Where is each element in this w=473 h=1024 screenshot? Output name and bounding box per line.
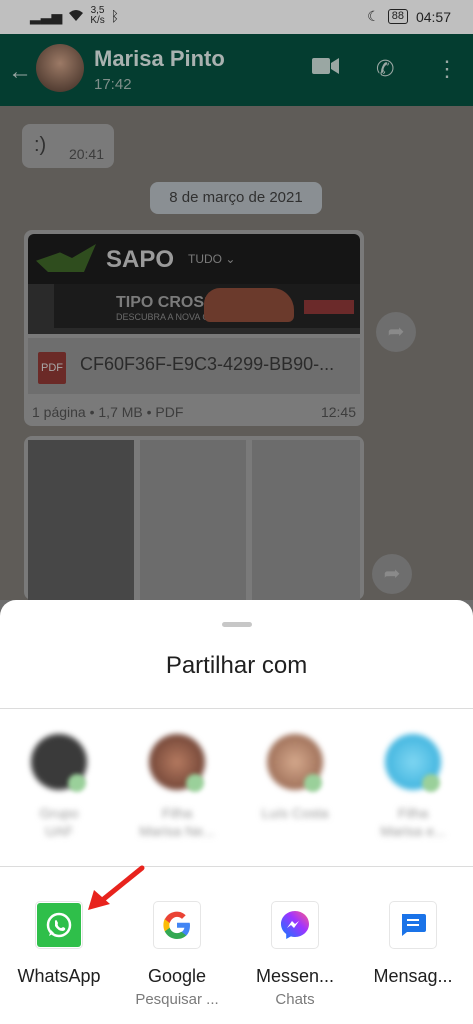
image-message[interactable] bbox=[24, 436, 364, 600]
ad-banner: TIPO CROSS DESCUBRA A NOVA GAMA bbox=[54, 284, 360, 328]
chat-area: :) 20:41 8 de março de 2021 SAPO TUDO ⌄ … bbox=[0, 106, 473, 600]
messages-icon bbox=[390, 902, 436, 948]
ad-button bbox=[304, 300, 354, 314]
document-preview-header: SAPO TUDO ⌄ bbox=[28, 234, 360, 284]
contact-name-line1: Luís Costa bbox=[261, 805, 329, 821]
whatsapp-badge-icon bbox=[304, 774, 322, 792]
contact-name: Grupo UAF bbox=[4, 804, 114, 840]
share-sheet-title: Partilhar com bbox=[165, 652, 308, 679]
contact-name-line2: UAF bbox=[45, 823, 73, 839]
status-bar: ▂▃▅ 3,5 K/s ᛒ ☾ 88 04:57 bbox=[0, 0, 473, 34]
contact-name-line1: Grupo bbox=[39, 805, 79, 821]
share-contact[interactable]: Filha Marisa Ne... bbox=[122, 734, 232, 840]
network-speed-unit: K/s bbox=[90, 15, 105, 26]
app-sublabel: Chats bbox=[275, 991, 315, 1008]
screenshot-thumbnail[interactable] bbox=[140, 440, 246, 600]
car-image bbox=[204, 288, 294, 322]
do-not-disturb-icon: ☾ bbox=[367, 8, 380, 24]
divider bbox=[0, 708, 473, 709]
voice-call-icon[interactable]: ✆ bbox=[376, 56, 394, 82]
sapo-logo-icon bbox=[36, 244, 96, 272]
document-meta: 1 página • 1,7 MB • PDF bbox=[32, 404, 184, 420]
share-app-whatsapp[interactable]: WhatsApp bbox=[0, 902, 118, 991]
document-time: 12:45 bbox=[320, 404, 356, 420]
document-name: CF60F36F-E9C3-4299-BB90-... bbox=[80, 354, 335, 374]
bluetooth-icon: ᛒ bbox=[110, 8, 120, 24]
clock: 04:57 bbox=[415, 8, 451, 25]
network-speed: 3,5 K/s bbox=[90, 6, 104, 26]
document-preview-ad: TIPO CROSS DESCUBRA A NOVA GAMA bbox=[28, 284, 360, 334]
share-app-google[interactable]: Google Pesquisar ... bbox=[118, 902, 236, 1008]
contact-avatar[interactable] bbox=[36, 44, 84, 92]
share-app-messages[interactable]: Mensag... bbox=[354, 902, 472, 991]
forward-icon[interactable]: ➦ bbox=[376, 312, 416, 352]
site-menu: TUDO ⌄ bbox=[188, 252, 236, 266]
contact-name-line1: Filha bbox=[161, 805, 193, 821]
contact-name-line2: Marisa e... bbox=[380, 823, 446, 839]
share-app-messenger[interactable]: Messen... Chats bbox=[236, 902, 354, 1008]
more-options-icon[interactable]: ⋮ bbox=[436, 56, 458, 82]
share-contact[interactable]: Filha Marisa e... bbox=[358, 734, 468, 840]
message-bubble[interactable]: :) 20:41 bbox=[22, 124, 114, 168]
annotation-arrow-icon bbox=[88, 865, 145, 910]
divider bbox=[0, 866, 473, 867]
document-message[interactable]: SAPO TUDO ⌄ TIPO CROSS DESCUBRA A NOVA G… bbox=[24, 230, 364, 426]
screenshot-thumbnail[interactable] bbox=[252, 440, 360, 600]
date-separator: 8 de março de 2021 bbox=[150, 182, 322, 214]
contact-name[interactable]: Marisa Pinto bbox=[94, 46, 225, 72]
forward-icon[interactable]: ➦ bbox=[372, 554, 412, 594]
contact-name: Filha Marisa Ne... bbox=[122, 804, 232, 840]
google-icon bbox=[154, 902, 200, 948]
drag-handle[interactable] bbox=[222, 622, 252, 627]
site-logo-text: SAPO bbox=[106, 246, 175, 273]
app-label: Google bbox=[147, 966, 207, 986]
whatsapp-icon bbox=[36, 902, 82, 948]
app-label: Messen... bbox=[255, 966, 335, 986]
message-time: 20:41 bbox=[68, 146, 104, 162]
contact-name: Luís Costa bbox=[240, 804, 350, 822]
document-info-row[interactable]: PDF CF60F36F-E9C3-4299-BB90-... bbox=[28, 338, 360, 394]
share-contact[interactable]: Grupo UAF bbox=[4, 734, 114, 840]
whatsapp-badge-icon bbox=[422, 774, 440, 792]
last-seen: 17:42 bbox=[94, 76, 132, 93]
app-sublabel: Pesquisar ... bbox=[135, 991, 219, 1008]
share-contact[interactable]: Luís Costa bbox=[240, 734, 350, 822]
back-arrow-icon[interactable]: ← bbox=[8, 58, 32, 86]
screenshot-thumbnail[interactable] bbox=[28, 440, 134, 600]
whatsapp-badge-icon bbox=[186, 774, 204, 792]
wifi-icon bbox=[68, 8, 84, 25]
pdf-icon: PDF bbox=[38, 352, 66, 384]
messenger-icon bbox=[272, 902, 318, 948]
app-label: Mensag... bbox=[373, 966, 453, 986]
message-text: :) bbox=[34, 134, 47, 156]
signal-icon: ▂▃▅ bbox=[30, 7, 63, 24]
contact-name: Filha Marisa e... bbox=[358, 804, 468, 840]
ad-title: TIPO CROSS bbox=[116, 294, 215, 311]
app-label: WhatsApp bbox=[17, 966, 101, 986]
video-call-icon[interactable] bbox=[312, 56, 340, 82]
contact-name-line1: Filha bbox=[397, 805, 429, 821]
chat-header: ← Marisa Pinto 17:42 ✆ ⋮ bbox=[0, 34, 473, 106]
battery-indicator: 88 bbox=[387, 9, 408, 24]
whatsapp-badge-icon bbox=[68, 774, 86, 792]
contact-name-line2: Marisa Ne... bbox=[139, 823, 215, 839]
